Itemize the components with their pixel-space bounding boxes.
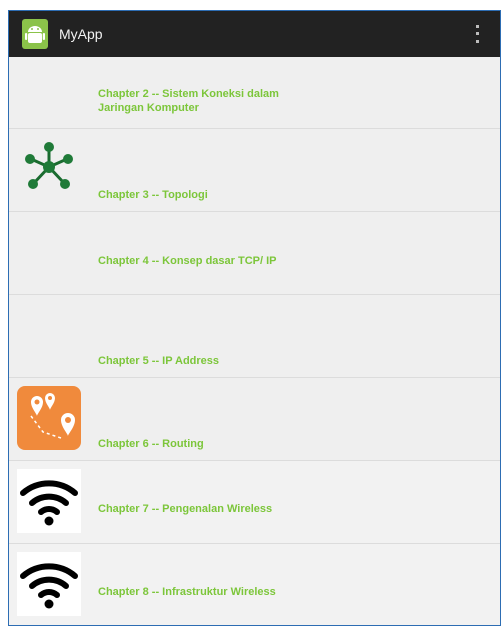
- chapter-label: Chapter 2 -- Sistem Koneksi dalam Jaring…: [98, 88, 279, 114]
- chapter-list: Chapter 2 -- Sistem Koneksi dalam Jaring…: [9, 57, 500, 625]
- list-item[interactable]: Chapter 3 -- Topologi: [9, 129, 500, 212]
- overflow-menu-icon[interactable]: [474, 23, 480, 45]
- chapter-label: Chapter 4 -- Konsep dasar TCP/ IP: [98, 255, 277, 267]
- chapter-label: Chapter 8 -- Infrastruktur Wireless: [98, 586, 276, 598]
- map-pins-icon: [17, 386, 81, 450]
- list-item[interactable]: Chapter 2 -- Sistem Koneksi dalam Jaring…: [9, 57, 500, 129]
- list-item[interactable]: Chapter 6 -- Routing: [9, 378, 500, 461]
- list-item[interactable]: Chapter 4 -- Konsep dasar TCP/ IP: [9, 212, 500, 295]
- app-window: MyApp Chapter 2 -- Sistem Koneksi dalam …: [8, 10, 501, 626]
- wifi-icon: [17, 552, 81, 616]
- android-icon[interactable]: [21, 19, 49, 49]
- app-title: MyApp: [59, 26, 103, 42]
- chapter-label: Chapter 6 -- Routing: [98, 438, 204, 450]
- action-bar: MyApp: [9, 11, 500, 57]
- chapter-label: Chapter 3 -- Topologi: [98, 189, 208, 201]
- network-topology-icon: [17, 137, 81, 201]
- wifi-icon: [17, 469, 81, 533]
- list-item[interactable]: Chapter 5 -- IP Address: [9, 295, 500, 378]
- chapter-label: Chapter 5 -- IP Address: [98, 355, 220, 367]
- list-item[interactable]: Chapter 8 -- Infrastruktur Wireless: [9, 544, 500, 625]
- list-item[interactable]: Chapter 7 -- Pengenalan Wireless: [9, 461, 500, 544]
- chapter-label: Chapter 7 -- Pengenalan Wireless: [98, 503, 273, 515]
